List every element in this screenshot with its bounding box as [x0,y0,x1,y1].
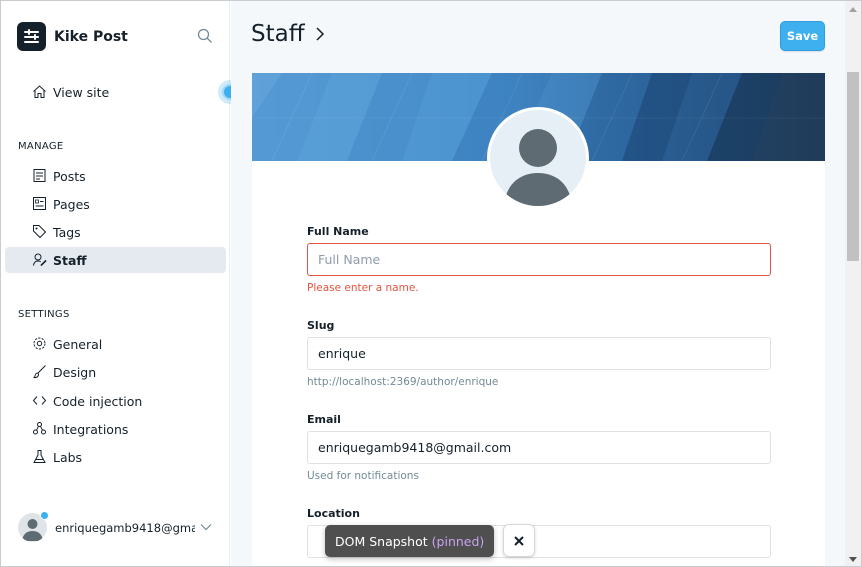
sidebar-item-label: Posts [53,168,86,184]
pages-icon [33,197,46,210]
sidebar-item-view-site[interactable]: View site [5,79,226,105]
flask-icon [33,450,46,463]
sidebar-item-integrations[interactable]: Integrations [5,416,226,442]
integrations-icon [33,422,46,435]
dom-snapshot-badge: DOM Snapshot (pinned) [325,525,495,557]
sidebar-item-pages[interactable]: Pages [5,191,226,217]
scrollbar[interactable] [845,1,861,566]
full-name-input[interactable]: Full Name [307,243,771,276]
sidebar-item-staff[interactable]: Staff [5,247,226,273]
sidebar-item-label: Tags [53,224,81,240]
sidebar-item-general[interactable]: General [5,331,226,357]
sidebar-item-tags[interactable]: Tags [5,219,226,245]
page-title-text: Staff [251,21,305,47]
snapshot-status: (pinned) [431,533,485,549]
section-label-manage: MANAGE [18,141,64,152]
posts-icon [33,169,46,182]
sidebar-item-posts[interactable]: Posts [5,163,226,189]
profile-picture[interactable] [487,107,589,209]
sidebar-item-label: Code injection [53,393,143,409]
slug-help: http://localhost:2369/author/enrique [307,376,499,388]
chevron-down-icon [200,524,212,531]
chevron-right-icon [316,27,324,41]
page-title: Staff [251,21,325,47]
scroll-down-arrow-icon[interactable] [849,557,857,562]
gear-icon [33,337,46,350]
brand-title: Kike Post [54,28,128,45]
user-email: enriquegamb9418@gmail.com [55,520,195,535]
sidebar: Kike Post View site MANAGE Posts Pages T… [1,1,230,566]
email-help: Used for notifications [307,470,419,482]
brush-icon [33,365,46,379]
brand[interactable]: Kike Post [17,22,128,51]
sidebar-item-label: View site [53,84,110,100]
code-icon [32,396,47,405]
location-label: Location [307,507,360,520]
section-label-settings: SETTINGS [18,309,70,320]
email-input[interactable]: enriquegamb9418@gmail.com [307,431,771,464]
notification-dot [40,511,49,520]
full-name-label: Full Name [307,225,369,238]
search-icon[interactable] [197,28,213,44]
tag-icon [33,225,47,239]
snapshot-title: DOM Snapshot [335,533,428,549]
save-button[interactable]: Save [780,21,825,51]
sidebar-item-design[interactable]: Design [5,359,226,385]
sidebar-item-label: Staff [53,252,87,268]
sidebar-item-label: Labs [53,449,83,465]
full-name-error: Please enter a name. [307,282,419,294]
sidebar-item-label: Design [53,364,97,380]
staff-icon [33,253,47,267]
scroll-up-arrow-icon[interactable] [849,7,857,12]
sidebar-item-label: Integrations [53,421,129,437]
sidebar-item-label: General [53,336,103,352]
avatar-placeholder-icon [504,129,572,206]
home-icon [33,85,46,98]
brand-logo [17,22,46,51]
sidebar-item-label: Pages [53,196,90,212]
close-button[interactable] [503,524,535,557]
main-content: Staff Save Full Name Full Name Please en… [231,1,845,566]
scrollbar-thumb[interactable] [847,72,859,261]
email-label: Email [307,413,341,426]
slug-label: Slug [307,319,335,332]
sidebar-item-code-injection[interactable]: Code injection [5,388,226,414]
staff-profile-card: Full Name Full Name Please enter a name.… [252,73,825,566]
slug-input[interactable]: enrique [307,337,771,370]
sidebar-item-labs[interactable]: Labs [5,444,226,470]
close-icon [514,535,524,546]
